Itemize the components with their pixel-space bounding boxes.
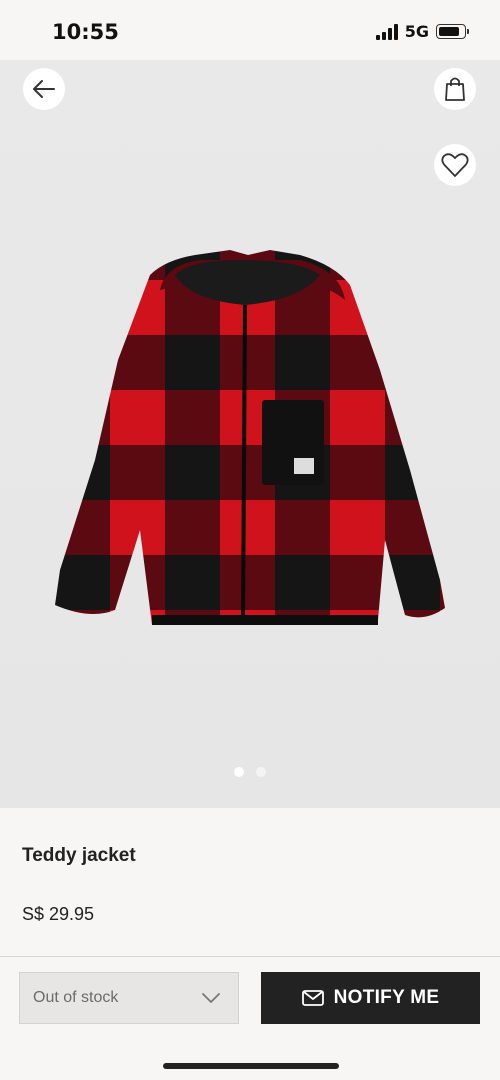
product-image	[55, 250, 445, 625]
shopping-bag-button[interactable]	[434, 68, 476, 110]
bottom-action-bar: Out of stock NOTIFY ME	[0, 956, 500, 1080]
battery-icon	[436, 24, 469, 39]
size-select-value: Out of stock	[33, 989, 119, 1006]
arrow-left-icon	[33, 80, 55, 98]
gallery-pagination	[0, 767, 500, 777]
product-image-gallery[interactable]	[0, 60, 500, 808]
envelope-icon	[301, 990, 324, 1006]
shopping-bag-icon	[445, 77, 465, 101]
favorite-button[interactable]	[434, 144, 476, 186]
back-button[interactable]	[23, 68, 65, 110]
gallery-dot[interactable]	[234, 767, 244, 777]
notify-me-label: NOTIFY ME	[333, 987, 440, 1008]
battery-level	[439, 27, 460, 36]
status-indicators: 5G	[375, 22, 469, 41]
gallery-dot[interactable]	[256, 767, 266, 777]
size-select[interactable]: Out of stock	[19, 972, 239, 1024]
status-time: 10:55	[52, 20, 119, 44]
heart-icon	[441, 153, 469, 177]
home-indicator[interactable]	[163, 1063, 339, 1069]
product-title: Teddy jacket	[22, 845, 136, 866]
product-price: S$ 29.95	[22, 904, 95, 924]
chevron-down-icon	[202, 993, 220, 1003]
network-label: 5G	[404, 22, 429, 41]
notify-me-button[interactable]: NOTIFY ME	[261, 972, 480, 1024]
signal-icon	[375, 23, 398, 40]
status-bar: 10:55 5G	[0, 0, 500, 60]
